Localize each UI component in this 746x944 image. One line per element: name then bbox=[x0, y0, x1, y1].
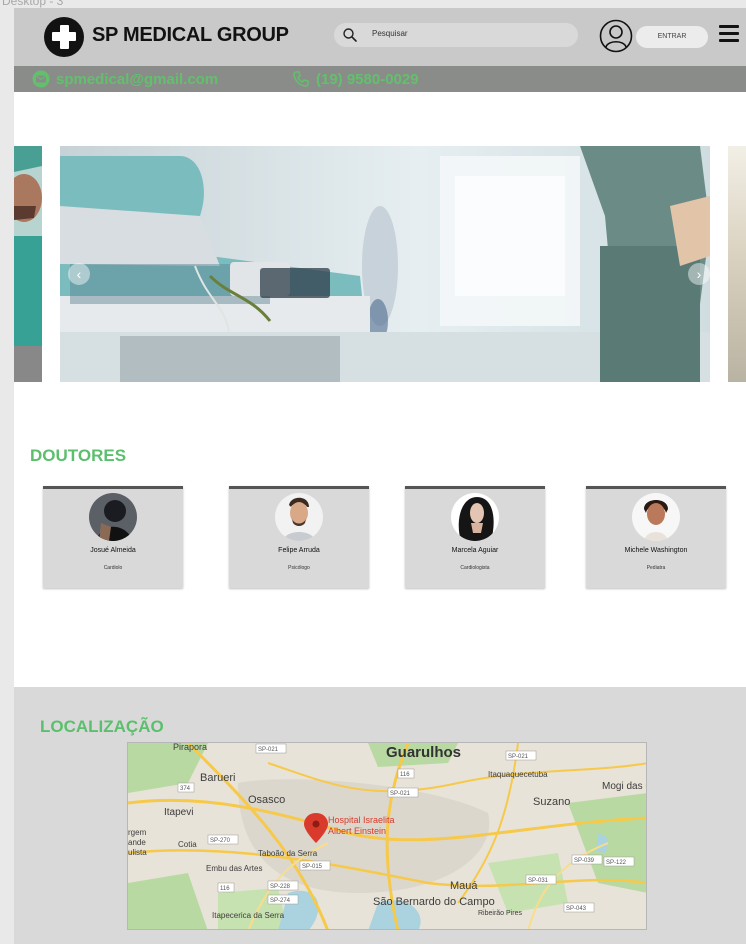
map-label: ande bbox=[128, 838, 146, 847]
medical-cross-logo-icon[interactable] bbox=[44, 17, 84, 57]
map-label: Barueri bbox=[200, 772, 235, 784]
doctors-section-title: DOUTORES bbox=[30, 446, 127, 465]
road-shield: SP-021 bbox=[508, 754, 529, 760]
contact-email[interactable]: spmedical@gmail.com bbox=[32, 70, 218, 88]
phone-text[interactable]: (19) 9580-0029 bbox=[316, 71, 419, 88]
road-shield: SP-021 bbox=[390, 791, 411, 797]
road-shield: SP-021 bbox=[258, 747, 279, 753]
doctor-avatar bbox=[632, 493, 680, 541]
road-shield: 374 bbox=[180, 786, 191, 792]
phone-icon bbox=[293, 71, 309, 87]
landing-page: SP MEDICAL GROUP Pesquisar ENTRAR spmedi… bbox=[14, 8, 746, 944]
map-label: Ribeirão Pires bbox=[478, 910, 522, 917]
image-carousel[interactable]: ‹ › bbox=[14, 146, 746, 382]
brand-name[interactable]: SP MEDICAL GROUP bbox=[92, 24, 289, 47]
menu-icon[interactable] bbox=[719, 25, 739, 43]
road-shield: SP-015 bbox=[302, 864, 323, 870]
road-shield: SP-274 bbox=[270, 898, 291, 904]
map-marker-label: Albert Einstein bbox=[328, 826, 386, 836]
carousel-slide-hospital-corridor bbox=[60, 146, 710, 382]
doctor-specialty: Pediatra bbox=[646, 565, 666, 571]
doctor-avatar bbox=[89, 493, 137, 541]
search-placeholder[interactable]: Pesquisar bbox=[372, 29, 408, 38]
map-marker-label: Hospital Israelita bbox=[328, 815, 395, 825]
map-label: rgem bbox=[128, 828, 147, 837]
map-label: Itapevi bbox=[164, 807, 193, 818]
road-shield: SP-270 bbox=[210, 838, 231, 844]
chevron-left-icon[interactable]: ‹ bbox=[68, 263, 90, 285]
map-label: Mogi das Cruzes bbox=[602, 781, 647, 792]
doctor-card[interactable]: Felipe Arruda Psicólogo bbox=[229, 486, 369, 588]
road-shield: SP-031 bbox=[528, 878, 549, 884]
frame-label: Desktop - 3 bbox=[2, 0, 64, 8]
location-map[interactable]: SP-021 SP-021 SP-021 SP-270 SP-015 SP-22… bbox=[127, 742, 647, 930]
search-bar[interactable]: Pesquisar bbox=[334, 23, 578, 47]
doctor-specialty: Psicólogo bbox=[288, 565, 310, 571]
map-label: Taboão da Serra bbox=[258, 849, 318, 858]
carousel-slide-next bbox=[728, 146, 746, 382]
map-label: Itaquaquecetuba bbox=[488, 770, 548, 779]
map-label: Suzano bbox=[533, 796, 570, 808]
doctor-name: Marcela Aguiar bbox=[451, 547, 499, 554]
map-label: Mauá bbox=[450, 880, 478, 892]
doctor-card[interactable]: Michele Washington Pediatra bbox=[586, 486, 726, 588]
doctor-name: Josué Almeida bbox=[90, 547, 136, 554]
carousel-slide-prev-doctor-photo bbox=[14, 146, 42, 382]
doctor-name: Michele Washington bbox=[624, 547, 688, 554]
map-label: Cotia bbox=[178, 840, 197, 849]
map-label: São Bernardo do Campo bbox=[373, 896, 495, 908]
doctor-specialty: Cardiolo bbox=[103, 565, 123, 571]
email-icon bbox=[32, 70, 50, 88]
doctor-avatar bbox=[451, 493, 499, 541]
map-label: Pirapora bbox=[173, 743, 207, 752]
doctor-card[interactable]: Josué Almeida Cardiolo bbox=[43, 486, 183, 588]
map-label: Guarulhos bbox=[386, 744, 461, 761]
road-shield: 116 bbox=[220, 886, 230, 892]
contact-bar: spmedical@gmail.com (19) 9580-0029 bbox=[14, 66, 746, 92]
chevron-right-icon[interactable]: › bbox=[688, 263, 710, 285]
road-shield: SP-122 bbox=[606, 860, 627, 866]
email-text[interactable]: spmedical@gmail.com bbox=[56, 71, 218, 88]
road-shield: SP-228 bbox=[270, 884, 291, 890]
location-section: LOCALIZAÇÃO SP-021 SP-021 SP-021 SP-270 … bbox=[14, 687, 746, 944]
user-icon[interactable] bbox=[599, 19, 633, 53]
login-button[interactable]: ENTRAR bbox=[636, 26, 708, 48]
road-shield: 116 bbox=[400, 772, 410, 778]
map-label: Osasco bbox=[248, 794, 285, 806]
doctor-specialty: Cardiologista bbox=[460, 565, 490, 571]
location-section-title: LOCALIZAÇÃO bbox=[40, 717, 164, 736]
map-label: ulista bbox=[128, 848, 147, 857]
doctor-avatar bbox=[275, 493, 323, 541]
map-label: Itapecerica da Serra bbox=[212, 911, 285, 920]
doctor-name: Felipe Arruda bbox=[278, 547, 320, 554]
map-label: Embu das Artes bbox=[206, 864, 262, 873]
header: SP MEDICAL GROUP Pesquisar ENTRAR bbox=[14, 8, 746, 66]
search-icon bbox=[343, 28, 357, 42]
road-shield: SP-043 bbox=[566, 906, 587, 912]
contact-phone[interactable]: (19) 9580-0029 bbox=[292, 70, 419, 88]
road-shield: SP-039 bbox=[574, 858, 595, 864]
doctor-card[interactable]: Marcela Aguiar Cardiologista bbox=[405, 486, 545, 588]
